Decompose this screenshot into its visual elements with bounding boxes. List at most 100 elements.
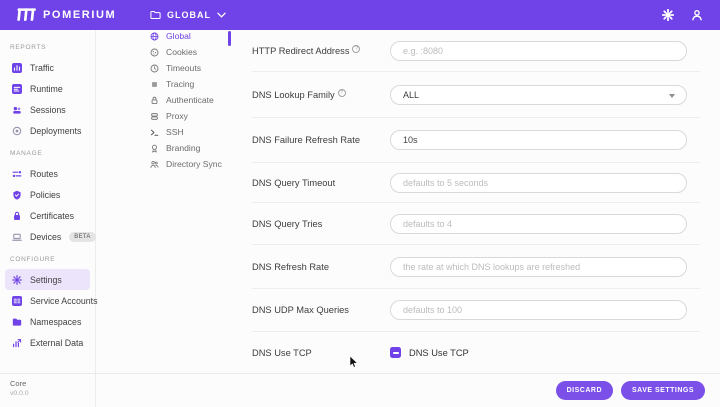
certificates-lock-icon (12, 211, 22, 221)
http-redirect-address-input[interactable] (390, 40, 687, 61)
settings-form: HTTP Redirect Address? DNS Lookup Family… (252, 30, 700, 373)
sidebar-item-policies[interactable]: Policies (0, 184, 95, 205)
folder-icon (150, 11, 161, 19)
section-label: CONFIGURE (10, 256, 56, 263)
select-caret-icon (669, 93, 675, 98)
sidebar-item-namespaces[interactable]: Namespaces (0, 311, 95, 332)
lock-icon (150, 96, 159, 105)
field-label: DNS Refresh Rate (252, 261, 329, 272)
namespace-label: GLOBAL (167, 10, 211, 20)
subnav-scrollbar[interactable] (228, 31, 231, 46)
form-row-dns-query-timeout: DNS Query Timeout (252, 163, 700, 203)
subnav-item-proxy[interactable]: Proxy (150, 108, 230, 124)
sidebar-item-certificates[interactable]: Certificates (0, 205, 95, 226)
tracing-icon (150, 80, 159, 89)
policies-shield-icon (12, 190, 22, 200)
sidebar-item-external-data[interactable]: External Data (0, 332, 95, 353)
service-accounts-icon (12, 295, 22, 306)
devices-laptop-icon (12, 232, 22, 242)
traffic-chart-icon (12, 62, 22, 73)
runtime-icon (12, 83, 22, 94)
globe-icon (150, 32, 159, 41)
subnav-item-tracing[interactable]: Tracing (150, 76, 230, 92)
gear-icon (662, 9, 674, 21)
help-icon[interactable]: ? (352, 45, 361, 53)
checkbox-label: DNS Use TCP (409, 347, 469, 358)
sidebar-item-sessions[interactable]: Sessions (0, 99, 95, 120)
field-label: HTTP Redirect Address? (252, 45, 361, 56)
subnav-item-label: Directory Sync (166, 159, 222, 169)
subnav-item-branding[interactable]: Branding (150, 140, 230, 156)
dns-lookup-family-select[interactable]: ALL (390, 84, 687, 105)
subnav-item-label: Branding (166, 143, 201, 153)
deployments-icon (12, 126, 22, 136)
subnav-item-label: Proxy (166, 111, 188, 121)
dns-refresh-rate-input[interactable] (390, 256, 687, 277)
sidebar-item-traffic[interactable]: Traffic (0, 57, 95, 78)
subnav-item-label: Cookies (166, 47, 198, 57)
sidebar-item-label: Settings (30, 274, 62, 285)
clock-icon (150, 64, 159, 73)
namespace-selector[interactable]: GLOBAL (150, 0, 226, 30)
help-icon[interactable]: ? (337, 89, 346, 97)
sidebar-item-deployments[interactable]: Deployments (0, 120, 95, 141)
sidebar-item-label: Devices (30, 231, 62, 242)
pomerium-logo-icon (17, 8, 36, 21)
form-row-dns-udp-max-queries: DNS UDP Max Queries (252, 289, 700, 332)
save-settings-button[interactable]: SAVE SETTINGS (621, 381, 705, 400)
dns-query-tries-input[interactable] (390, 213, 687, 234)
sidebar-item-label: Namespaces (30, 316, 82, 327)
section-label: MANAGE (10, 150, 43, 157)
form-row-dns-refresh-rate: DNS Refresh Rate (252, 245, 700, 289)
sidebar-item-label: Traffic (30, 62, 54, 73)
subnav-item-label: Global (166, 31, 191, 41)
subnav-item-label: SSH (166, 127, 184, 137)
sidebar-item-service-accounts[interactable]: Service Accounts (0, 290, 97, 311)
sidebar-item-runtime[interactable]: Runtime (0, 78, 95, 99)
dns-udp-max-queries-input[interactable] (390, 300, 687, 320)
subnav-item-authenticate[interactable]: Authenticate (150, 92, 230, 108)
subnav-item-directory-sync[interactable]: Directory Sync (150, 156, 230, 172)
sidebar-item-label: Certificates (30, 210, 74, 221)
dns-query-timeout-input[interactable] (390, 172, 687, 193)
subnav-item-cookies[interactable]: Cookies (150, 44, 230, 60)
sessions-people-icon (12, 105, 22, 115)
product-name: Core (10, 379, 27, 388)
form-row-dns-failure-refresh-rate: DNS Failure Refresh Rate (252, 118, 700, 163)
beta-badge: BETA (69, 231, 96, 242)
award-icon (150, 144, 159, 153)
primary-sidebar: REPORTS Traffic Runtime Sessions Deploym… (0, 30, 97, 407)
field-label: DNS Query Timeout (252, 177, 336, 188)
settings-gear-button[interactable] (661, 8, 675, 22)
selected-option: ALL (403, 89, 420, 100)
app-window: POMERIUM GLOBAL REPORTS Traffic Runtime … (0, 0, 720, 407)
subnav-item-global[interactable]: Global (150, 28, 230, 44)
user-icon (692, 10, 702, 21)
subnav-item-label: Timeouts (166, 63, 202, 73)
discard-button[interactable]: DISCARD (555, 381, 613, 400)
header-actions (661, 8, 704, 22)
subnav-item-ssh[interactable]: SSH (150, 124, 230, 140)
sidebar-item-routes[interactable]: Routes (0, 163, 95, 184)
sidebar-item-settings[interactable]: Settings (5, 269, 90, 290)
dns-use-tcp-checkbox[interactable] (390, 347, 401, 358)
brand-name: POMERIUM (43, 9, 117, 21)
dns-failure-refresh-rate-input[interactable] (390, 130, 687, 150)
footer-action-bar: DISCARD SAVE SETTINGS (96, 373, 720, 407)
form-row-http-redirect-address: HTTP Redirect Address? (252, 30, 700, 72)
subnav-item-label: Authenticate (166, 95, 214, 105)
server-stack-icon (150, 112, 159, 121)
app-header: POMERIUM GLOBAL (0, 0, 720, 30)
cookie-icon (150, 48, 159, 57)
sidebar-section-configure: CONFIGURE Settings Service Accounts Name… (0, 256, 97, 353)
settings-gear-icon (12, 274, 22, 285)
routes-icon (12, 169, 22, 179)
sidebar-item-label: Sessions (30, 104, 66, 115)
form-row-dns-use-tcp: DNS Use TCP DNS Use TCP (252, 332, 700, 373)
subnav-item-timeouts[interactable]: Timeouts (150, 60, 230, 76)
sidebar-section-manage: MANAGE Routes Policies Certificates Devi… (0, 150, 96, 247)
sidebar-item-devices[interactable]: Devices BETA (0, 226, 96, 247)
chevron-down-icon (217, 12, 226, 18)
field-label: DNS Failure Refresh Rate (252, 135, 360, 145)
account-button[interactable] (690, 8, 704, 22)
